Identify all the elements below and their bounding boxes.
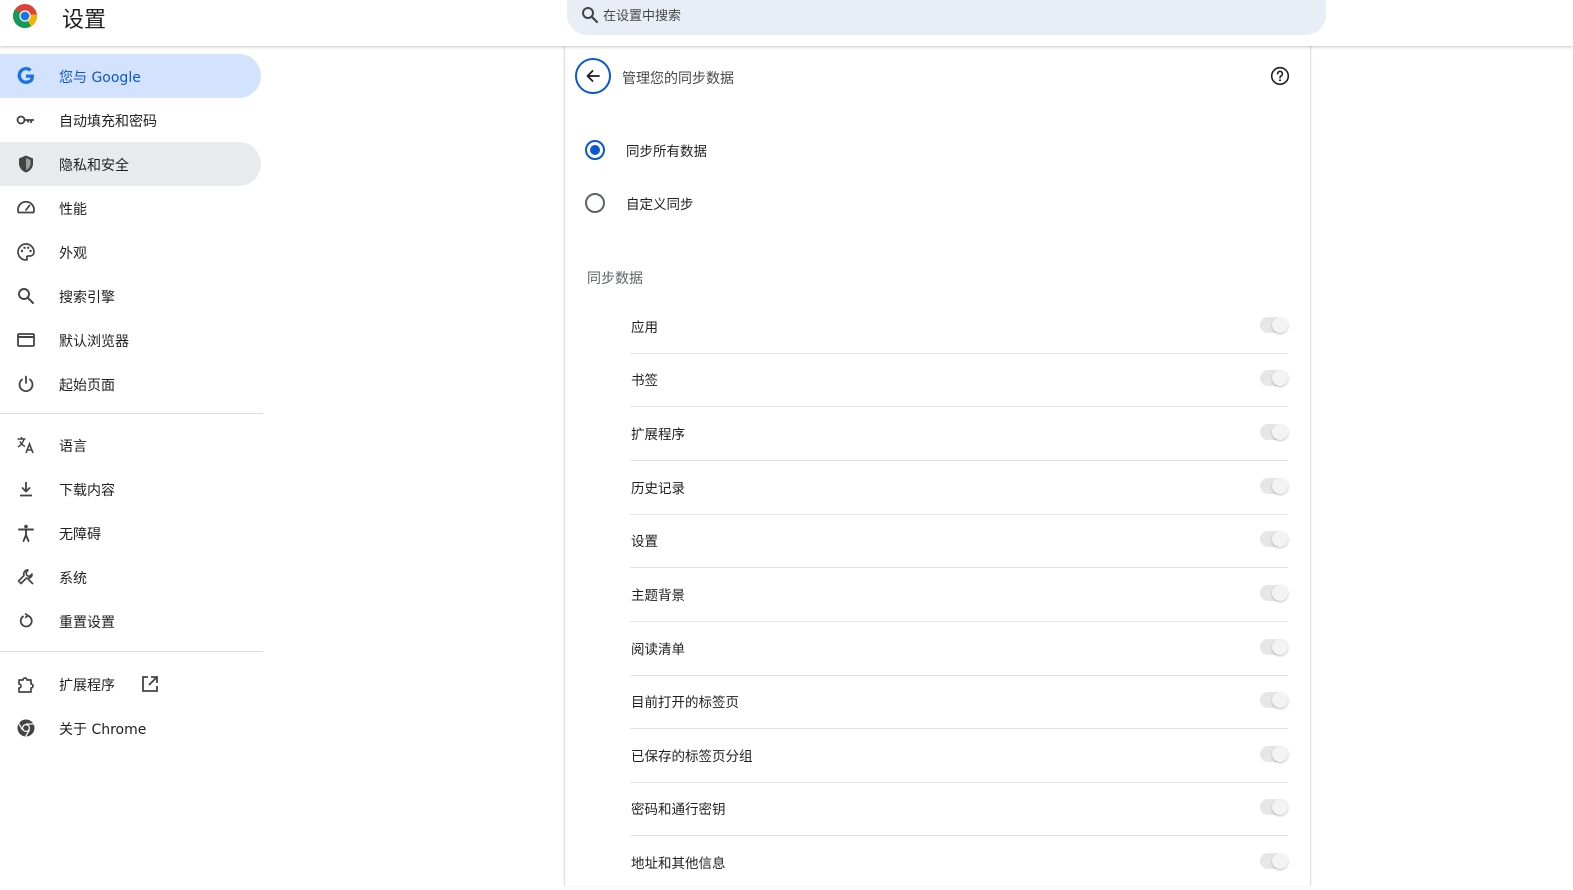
sidebar-item-search-engine[interactable]: 搜索引擎 — [0, 274, 261, 318]
search-input[interactable] — [603, 6, 1203, 26]
sidebar-item-performance[interactable]: 性能 — [0, 186, 261, 230]
sync-toggle[interactable] — [1260, 424, 1288, 440]
sidebar-item-label: 无障碍 — [59, 527, 101, 543]
sync-row-label: 应用 — [631, 320, 658, 336]
arrow-back-icon — [586, 70, 600, 82]
radio-label: 同步所有数据 — [626, 144, 707, 160]
sync-data-heading: 同步数据 — [587, 271, 643, 287]
sync-toggle[interactable] — [1260, 639, 1288, 655]
sidebar-item-label: 重置设置 — [59, 615, 115, 631]
wrench-icon — [17, 569, 34, 585]
sidebar-item-default-browser[interactable]: 默认浏览器 — [0, 318, 261, 362]
sync-toggle[interactable] — [1260, 317, 1288, 333]
settings-header: 设置 — [0, 0, 1573, 46]
sync-row-passwords: 密码和通行密钥 — [630, 782, 1288, 836]
radio-button-checked[interactable] — [585, 140, 605, 160]
sync-toggle[interactable] — [1260, 799, 1288, 815]
sync-row-saved-tab-groups: 已保存的标签页分组 — [630, 729, 1288, 783]
sidebar-item-label: 您与 Google — [59, 70, 141, 86]
section-heading: 管理您的同步数据 — [622, 71, 734, 87]
sync-row-label: 设置 — [631, 534, 658, 550]
sidebar-item-label: 隐私和安全 — [59, 158, 129, 174]
sidebar-item-label: 扩展程序 — [59, 678, 115, 694]
back-button[interactable] — [575, 58, 611, 94]
sidebar-item-label: 搜索引擎 — [59, 290, 115, 306]
chrome-icon — [17, 719, 35, 737]
sidebar-item-autofill[interactable]: 自动填充和密码 — [0, 98, 261, 142]
sidebar-item-label: 默认浏览器 — [59, 334, 129, 350]
sidebar-item-downloads[interactable]: 下载内容 — [0, 467, 261, 511]
radio-customize-sync[interactable]: 自定义同步 — [585, 191, 694, 215]
sync-row-apps: 应用 — [630, 300, 1288, 354]
search-icon — [582, 7, 599, 24]
sync-row-reading-list: 阅读清单 — [630, 622, 1288, 676]
radio-label: 自定义同步 — [626, 197, 694, 213]
sync-toggle[interactable] — [1260, 692, 1288, 708]
sync-row-label: 目前打开的标签页 — [631, 695, 739, 711]
sidebar-item-label: 关于 Chrome — [59, 722, 147, 738]
sync-row-open-tabs: 目前打开的标签页 — [630, 675, 1288, 729]
sync-toggle[interactable] — [1260, 478, 1288, 494]
radio-button[interactable] — [585, 193, 605, 213]
open-in-new-icon[interactable] — [140, 674, 160, 694]
sync-row-bookmarks: 书签 — [630, 353, 1288, 407]
sync-row-settings: 设置 — [630, 514, 1288, 568]
sync-toggle[interactable] — [1260, 370, 1288, 386]
translate-icon — [17, 437, 34, 454]
sync-row-label: 阅读清单 — [631, 642, 685, 658]
download-icon — [20, 482, 32, 497]
sync-row-label: 已保存的标签页分组 — [631, 749, 753, 765]
puzzle-icon — [18, 677, 34, 693]
search-icon — [18, 288, 34, 304]
sync-row-label: 书签 — [631, 373, 658, 389]
sidebar-item-startup[interactable]: 起始页面 — [0, 362, 261, 406]
sync-row-label: 密码和通行密钥 — [631, 802, 726, 818]
sidebar-item-privacy[interactable]: 隐私和安全 — [0, 142, 261, 186]
sync-toggle[interactable] — [1260, 746, 1288, 762]
search-bar[interactable] — [567, 0, 1326, 35]
sidebar-divider — [0, 651, 263, 652]
sidebar-divider — [0, 413, 263, 414]
google-icon — [17, 67, 34, 84]
sync-toggle[interactable] — [1260, 853, 1288, 869]
page-title: 设置 — [62, 8, 107, 33]
sync-row-label: 主题背景 — [631, 588, 685, 604]
sidebar-item-label: 外观 — [59, 246, 87, 262]
sync-toggle[interactable] — [1260, 531, 1288, 547]
sync-settings-card: 管理您的同步数据 同步所有数据 自定义同步 同步数据 应用 书签 扩展程序 历史… — [564, 46, 1311, 886]
sync-row-themes: 主题背景 — [630, 568, 1288, 622]
sidebar-item-system[interactable]: 系统 — [0, 555, 261, 599]
sync-row-label: 地址和其他信息 — [631, 856, 726, 872]
sidebar-item-you-and-google[interactable]: 您与 Google — [0, 54, 261, 98]
sidebar-item-label: 系统 — [59, 571, 87, 587]
sidebar-item-appearance[interactable]: 外观 — [0, 230, 261, 274]
sidebar-item-label: 起始页面 — [59, 378, 115, 394]
sync-row-history: 历史记录 — [630, 461, 1288, 515]
chrome-logo-icon — [13, 4, 37, 29]
sidebar-item-label: 自动填充和密码 — [59, 114, 157, 130]
sidebar-item-accessibility[interactable]: 无障碍 — [0, 511, 261, 555]
sidebar-item-reset[interactable]: 重置设置 — [0, 599, 261, 643]
sidebar-item-languages[interactable]: 语言 — [0, 423, 261, 467]
sidebar-item-about-chrome[interactable]: 关于 Chrome — [0, 706, 261, 750]
sidebar-item-label: 下载内容 — [59, 483, 115, 499]
power-icon — [18, 375, 34, 393]
shield-icon — [19, 155, 33, 173]
sidebar-item-label: 性能 — [59, 202, 87, 218]
help-icon[interactable] — [1270, 66, 1290, 86]
radio-sync-everything[interactable]: 同步所有数据 — [585, 138, 707, 162]
speedometer-icon — [17, 200, 35, 214]
sidebar-item-extensions[interactable]: 扩展程序 — [0, 662, 261, 706]
sync-row-extensions: 扩展程序 — [630, 407, 1288, 461]
accessibility-icon — [18, 524, 34, 542]
sidebar: 您与 Google 自动填充和密码 隐私和安全 性能 外观 搜索引擎 默认浏览器… — [0, 46, 263, 882]
sidebar-item-label: 语言 — [59, 439, 87, 455]
palette-icon — [17, 243, 35, 261]
browser-window-icon — [17, 333, 35, 347]
sync-toggle[interactable] — [1260, 585, 1288, 601]
sync-row-label: 历史记录 — [631, 481, 685, 497]
key-icon — [16, 115, 34, 125]
sync-row-label: 扩展程序 — [631, 427, 685, 443]
reset-icon — [19, 612, 33, 628]
